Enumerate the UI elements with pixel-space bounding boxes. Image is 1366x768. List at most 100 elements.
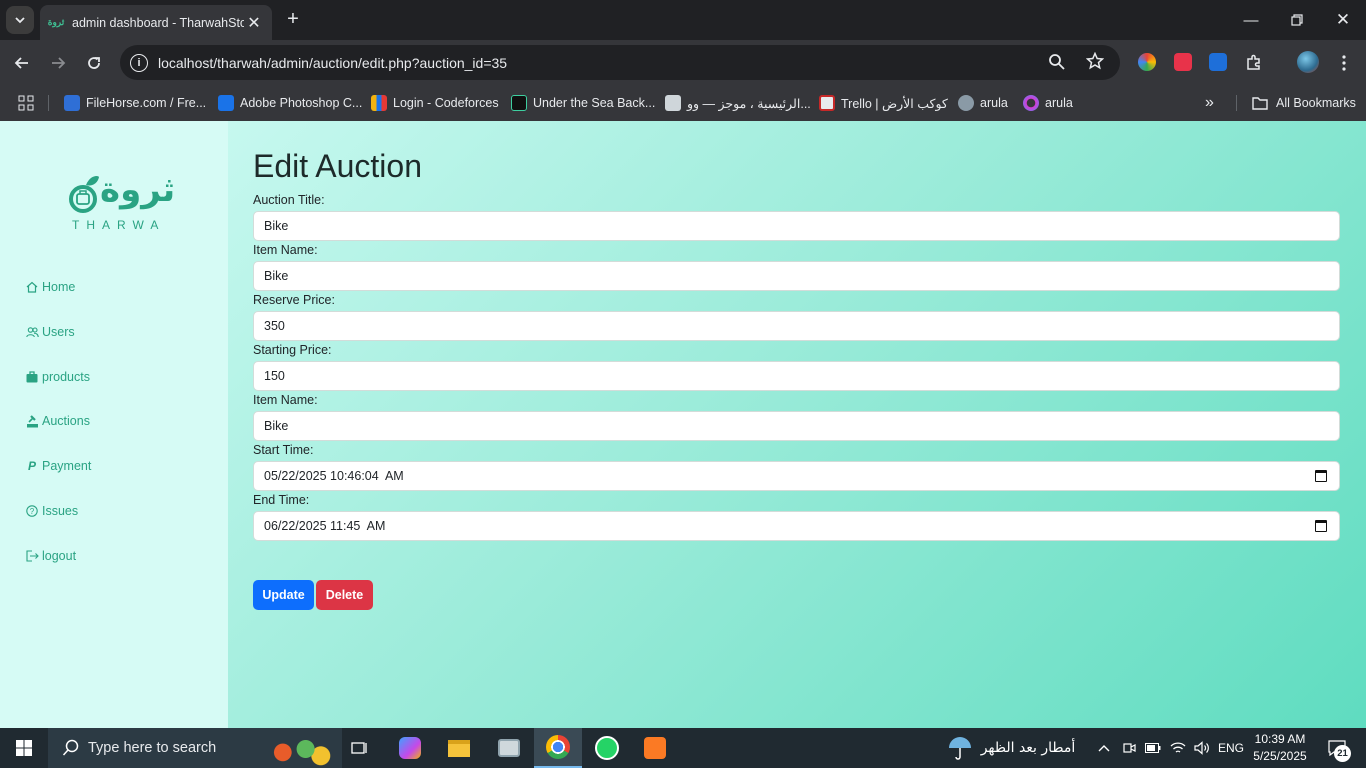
sidebar-item-products[interactable]: products [25, 367, 90, 387]
starting-price-label: Starting Price: [253, 343, 332, 357]
bookmark-item-1[interactable]: Adobe Photoshop C... [218, 92, 362, 114]
xampp-icon[interactable] [636, 728, 674, 768]
svg-text:?: ? [30, 507, 35, 516]
starting-price-input[interactable]: 150 [253, 361, 1340, 391]
logo-leaf-icon [69, 175, 99, 213]
bookmark-item-6[interactable]: arula [958, 92, 1008, 114]
bookmark-label: arula [980, 96, 1008, 110]
apps-grid-icon[interactable] [18, 92, 34, 114]
start-time-input[interactable]: 05/22/2025 10:46:04 AM [253, 461, 1340, 491]
question-icon: ? [25, 504, 39, 518]
bookmark-divider [48, 95, 49, 111]
clock[interactable]: 10:39 AM 5/25/2025 [1252, 728, 1308, 768]
auction-icon [25, 414, 39, 428]
all-bookmarks-label: All Bookmarks [1276, 96, 1356, 110]
bookmark-label: Trello | كوكب الأرض [841, 96, 948, 111]
browser-tab-strip: ثروة admin dashboard - TharwahStore ✕ + … [0, 0, 1366, 40]
bookmark-item-3[interactable]: Under the Sea Back... [511, 92, 655, 114]
wifi-icon[interactable] [1168, 728, 1188, 768]
sidebar-item-logout[interactable]: logout [25, 546, 76, 566]
bookmark-item-7[interactable]: arula [1023, 92, 1073, 114]
sidebar-item-payment[interactable]: P Payment [25, 456, 91, 476]
page-icon [665, 95, 681, 111]
clock-date: 5/25/2025 [1253, 749, 1307, 763]
sidebar-item-issues[interactable]: ? Issues [25, 501, 78, 521]
bookmark-divider [1236, 95, 1237, 111]
item-name-input[interactable]: Bike [253, 261, 1340, 291]
back-icon[interactable] [8, 49, 36, 77]
briefcase-icon [25, 370, 39, 384]
snipping-tool-icon[interactable] [490, 728, 528, 768]
forward-icon[interactable] [44, 49, 72, 77]
more-bookmarks-chevron-icon[interactable]: » [1205, 92, 1214, 114]
language-indicator[interactable]: ENG [1216, 728, 1246, 768]
task-view-icon[interactable] [342, 728, 378, 768]
site-info-icon[interactable]: i [130, 53, 148, 72]
windows-taskbar: Type here to search أمطار بعد الظهر ENG [0, 728, 1366, 768]
volume-icon[interactable] [1192, 728, 1212, 768]
extension-fi-icon[interactable] [1209, 53, 1227, 71]
sidebar-item-label: Payment [42, 459, 92, 473]
bookmark-item-4[interactable]: الرئيسية ، موجز — وو... [665, 92, 811, 114]
start-time-value: 05/22/2025 10:46:04 AM [264, 469, 404, 483]
browser-toolbar: i localhost/tharwah/admin/auction/edit.p… [0, 40, 1366, 86]
bookmark-star-icon[interactable] [1085, 51, 1105, 73]
copilot-icon[interactable] [392, 728, 428, 768]
update-button[interactable]: Update [253, 580, 314, 610]
weather-text[interactable]: أمطار بعد الظهر [980, 728, 1076, 768]
chrome-taskbar-icon[interactable] [534, 728, 582, 768]
menu-kebab-icon[interactable] [1330, 49, 1358, 77]
end-time-input[interactable]: 06/22/2025 11:45 AM [253, 511, 1340, 541]
page-viewport: ثروة THARWA Home Users products Auctions… [0, 121, 1366, 728]
bookmark-item-2[interactable]: Login - Codeforces [371, 92, 499, 114]
reserve-price-input[interactable]: 350 [253, 311, 1340, 341]
profile-avatar[interactable] [1297, 51, 1319, 73]
folder-icon [1252, 97, 1268, 110]
reload-icon[interactable] [80, 49, 108, 77]
bookmark-label: arula [1045, 96, 1073, 110]
bookmark-item-5[interactable]: Trello | كوكب الأرض [819, 92, 948, 114]
paypal-icon: P [27, 459, 36, 473]
extension-chrome-icon[interactable] [1138, 53, 1156, 71]
minimize-icon[interactable]: — [1228, 0, 1274, 40]
end-time-label: End Time: [253, 493, 310, 507]
bookmark-item-0[interactable]: FileHorse.com / Fre... [64, 92, 206, 114]
capcut-icon [511, 95, 527, 111]
new-tab-button[interactable]: + [282, 8, 304, 30]
zoom-search-icon[interactable] [1048, 53, 1066, 74]
sidebar-item-users[interactable]: Users [25, 322, 75, 342]
battery-icon[interactable] [1144, 728, 1162, 768]
end-time-value: 06/22/2025 11:45 AM [264, 519, 386, 533]
auction-title-input[interactable]: Bike [253, 211, 1340, 241]
clock-time: 10:39 AM [1254, 732, 1306, 746]
meet-now-icon[interactable] [1120, 728, 1138, 768]
address-bar[interactable]: i localhost/tharwah/admin/auction/edit.p… [120, 45, 1120, 80]
whatsapp-icon[interactable] [588, 728, 626, 768]
delete-button[interactable]: Delete [316, 580, 373, 610]
instagram-icon [1023, 95, 1039, 111]
bookmark-label: FileHorse.com / Fre... [86, 96, 207, 110]
bookmark-label: Login - Codeforces [393, 96, 499, 110]
tab-search-button[interactable] [6, 6, 34, 34]
close-window-icon[interactable]: ✕ [1320, 0, 1366, 40]
item-name-2-input[interactable]: Bike [253, 411, 1340, 441]
browser-tab-active[interactable]: ثروة admin dashboard - TharwahStore ✕ [40, 5, 272, 40]
logo-english-text: THARWA [72, 218, 166, 232]
close-tab-icon[interactable]: ✕ [244, 13, 264, 33]
windows-start-icon[interactable] [0, 728, 48, 768]
tab-favicon: ثروة [47, 17, 65, 27]
taskbar-search-input[interactable]: Type here to search [48, 728, 342, 768]
sidebar-item-home[interactable]: Home [25, 277, 75, 297]
extensions-puzzle-icon[interactable] [1240, 49, 1268, 77]
item-name-value: Bike [264, 269, 289, 283]
restore-icon[interactable] [1274, 0, 1320, 40]
file-explorer-icon[interactable] [440, 728, 478, 768]
chevron-up-icon[interactable] [1094, 728, 1114, 768]
extension-pdf-icon[interactable] [1174, 53, 1192, 71]
reserve-price-label: Reserve Price: [253, 293, 335, 307]
calendar-icon[interactable] [1315, 470, 1327, 482]
notification-center-icon[interactable]: 21 [1322, 728, 1352, 768]
all-bookmarks-button[interactable]: All Bookmarks [1252, 92, 1356, 114]
sidebar-item-auctions[interactable]: Auctions [25, 411, 90, 431]
calendar-icon[interactable] [1315, 520, 1327, 532]
